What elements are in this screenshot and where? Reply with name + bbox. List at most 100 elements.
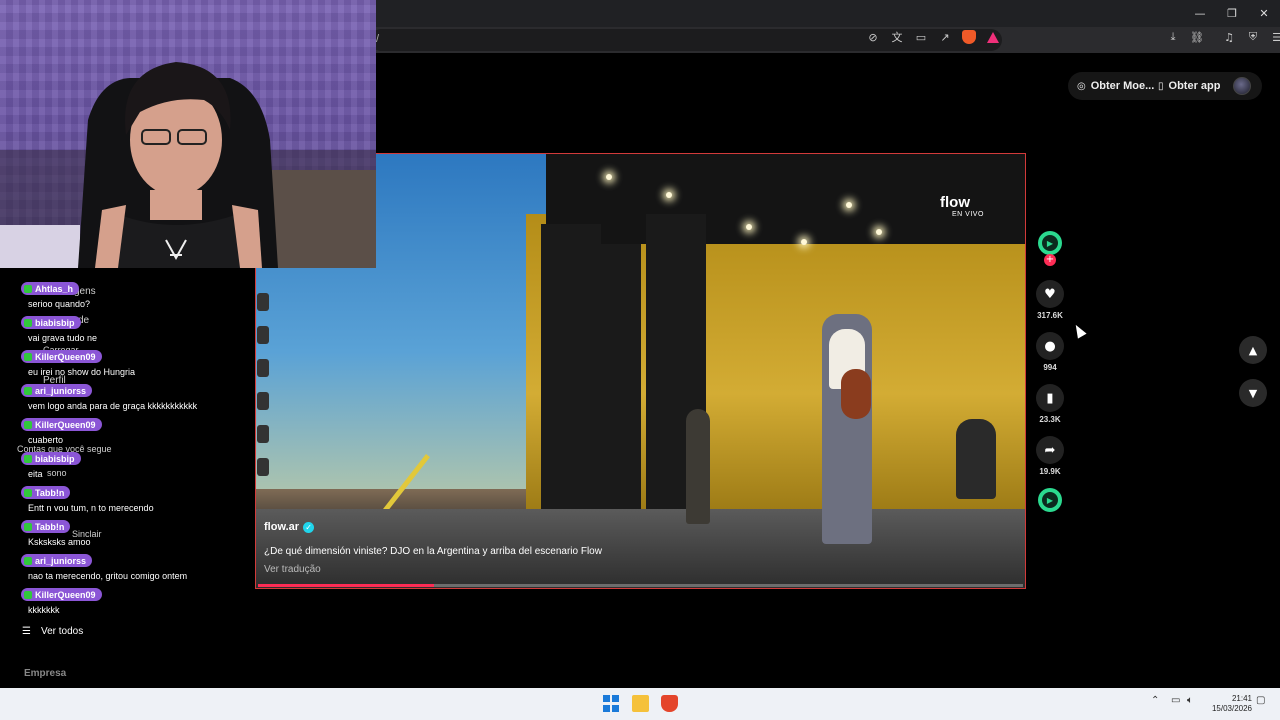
subscriber-badge-icon (24, 318, 32, 327)
see-all-link[interactable]: ☰ Ver todos (22, 626, 83, 637)
share-icon[interactable]: ↗ (938, 30, 952, 44)
webcam-overlay (0, 0, 376, 268)
subscriber-badge-icon (24, 386, 32, 395)
get-coins-button[interactable]: ◎ Obter Moe... (1077, 74, 1154, 98)
get-app-label: Obter app (1168, 80, 1221, 92)
chat-message: biabisbip eita (0, 452, 250, 486)
video-watermark-logo: flow (940, 194, 970, 211)
sidebar-tab[interactable] (257, 425, 269, 443)
chat-username-badge[interactable]: biabisbip (21, 316, 81, 329)
share-action[interactable]: ➦ 19.9K (1036, 436, 1064, 476)
chat-username-badge[interactable]: ari_juniorss (21, 554, 93, 567)
chat-username-badge[interactable]: biabisbip (21, 452, 81, 465)
restore-button[interactable]: ❐ (1216, 0, 1248, 27)
see-translation-link[interactable]: Ver tradução (264, 564, 321, 575)
download-icon[interactable]: ⤓ (1166, 30, 1180, 44)
chat-message-text: kkkkkkk (28, 605, 60, 615)
minimize-button[interactable]: — (1184, 0, 1216, 27)
chat-message: Ahtlas_h serioo quando? (0, 282, 250, 316)
notification-icon[interactable]: ▢ (1256, 695, 1265, 706)
video-keyboardist (956, 419, 996, 499)
close-button[interactable]: ✕ (1248, 0, 1280, 27)
sidebar-tab[interactable] (257, 392, 269, 410)
heart-icon: ♥ (1036, 280, 1064, 308)
chat-username-badge[interactable]: Tabb!n (21, 486, 71, 499)
chat-message: KillerQueen09 kkkkkkk (0, 588, 250, 622)
menu-icon[interactable]: ☰ (1270, 30, 1280, 44)
media-icon[interactable]: ♫ (1222, 30, 1236, 44)
comment-icon: ● (1036, 332, 1064, 360)
chat-username-badge[interactable]: Ahtlas_h (21, 282, 80, 295)
file-explorer-icon[interactable] (632, 695, 649, 712)
share-count: 19.9K (1039, 467, 1061, 476)
chat-username: ari_juniorss (35, 385, 87, 396)
next-video-button[interactable]: ▼ (1239, 379, 1267, 407)
chat-message-text: vai grava tudo ne (28, 333, 98, 343)
windows-start-icon[interactable] (603, 695, 620, 712)
save-count: 23.3K (1039, 415, 1061, 424)
reader-off-icon[interactable]: ⊘ (866, 30, 880, 44)
network-icon[interactable]: ▭ (1171, 695, 1180, 706)
video-progress-fill (258, 584, 434, 587)
chat-username-badge[interactable]: KillerQueen09 (21, 588, 102, 601)
subscriber-badge-icon (24, 284, 32, 293)
chat-username: Tabb!n (35, 487, 65, 498)
brave-browser-icon[interactable] (661, 695, 678, 712)
chat-message-text: vem logo anda para de graça kkkkkkkkkkk (28, 401, 198, 411)
chat-message: biabisbip vai grava tudo ne (0, 316, 250, 350)
sidebar-tab[interactable] (257, 458, 269, 476)
chevron-down-icon: ▼ (1248, 386, 1258, 400)
comment-action[interactable]: ● 994 (1036, 332, 1064, 372)
chat-username-badge[interactable]: KillerQueen09 (21, 418, 102, 431)
creator-avatar-button[interactable]: ▶ (1038, 231, 1062, 255)
cast-icon[interactable]: ▭ (914, 30, 928, 44)
previous-video-button[interactable]: ▲ (1239, 336, 1267, 364)
system-clock[interactable]: 21:41 15/03/2026 (1204, 694, 1252, 714)
chat-message-text: eu irei no show do Hungria (28, 367, 136, 377)
video-progress-bar[interactable] (258, 584, 1023, 587)
company-link[interactable]: Empresa (24, 668, 66, 679)
profile-avatar[interactable] (1233, 77, 1251, 95)
sidebar-tab[interactable] (257, 326, 269, 344)
chat-username-badge[interactable]: ari_juniorss (21, 384, 93, 397)
chat-message-text: nao ta merecendo, gritou comigo ontem (28, 571, 188, 581)
translate-icon[interactable]: 文 (890, 30, 904, 44)
vpn-icon[interactable]: ⛨ (1246, 30, 1260, 44)
chat-username: Ahtlas_h (35, 283, 74, 294)
volume-icon[interactable]: 🔈︎ (1187, 695, 1193, 706)
video-guitar (841, 369, 871, 419)
subscriber-badge-icon (24, 590, 32, 599)
music-disc-button[interactable]: ▶ (1038, 488, 1062, 512)
chat-message-text: cuaberto (28, 435, 64, 445)
stage-light (746, 224, 752, 230)
chat-message: ari_juniorssvem logo anda para de graça … (0, 384, 250, 418)
follow-plus-icon[interactable]: + (1044, 254, 1056, 266)
share-arrow-icon: ➦ (1036, 436, 1064, 464)
video-speaker-mid (601, 244, 641, 544)
brave-shields-icon[interactable] (962, 30, 976, 44)
video-author[interactable]: flow.ar ✓ (264, 521, 315, 533)
chat-message: Tabb!n Entt n vou tum, n to merecendo (0, 486, 250, 520)
link-icon[interactable]: ⛓ (1190, 30, 1204, 44)
sidebar-tab[interactable] (257, 359, 269, 377)
chat-message: ari_juniorssnao ta merecendo, gritou com… (0, 554, 250, 588)
chat-username: KillerQueen09 (35, 351, 96, 362)
sidebar-icon-column (257, 293, 269, 491)
video-watermark-sub: EN VIVO (952, 211, 984, 218)
subscriber-badge-icon (24, 420, 32, 429)
tray-chevron-icon[interactable]: ⌃ (1151, 695, 1159, 706)
address-bar-icons: ⊘ 文 ▭ ↗ (866, 30, 1000, 44)
chat-username-badge[interactable]: Tabb!n (21, 520, 71, 533)
like-action[interactable]: ♥ 317.6K (1036, 280, 1064, 320)
video-speaker-left (541, 224, 601, 524)
get-app-button[interactable]: ▯ Obter app (1158, 74, 1220, 98)
chat-message: KillerQueen09 cuaberto (0, 418, 250, 452)
stage-light (666, 192, 672, 198)
chat-username: biabisbip (35, 317, 75, 328)
clock-date: 15/03/2026 (1211, 704, 1252, 713)
sidebar-tab[interactable] (257, 293, 269, 311)
music-disc-icon: ▶ (1042, 492, 1058, 508)
brave-rewards-icon[interactable] (986, 30, 1000, 44)
chat-username-badge[interactable]: KillerQueen09 (21, 350, 102, 363)
save-action[interactable]: ▮ 23.3K (1036, 384, 1064, 424)
